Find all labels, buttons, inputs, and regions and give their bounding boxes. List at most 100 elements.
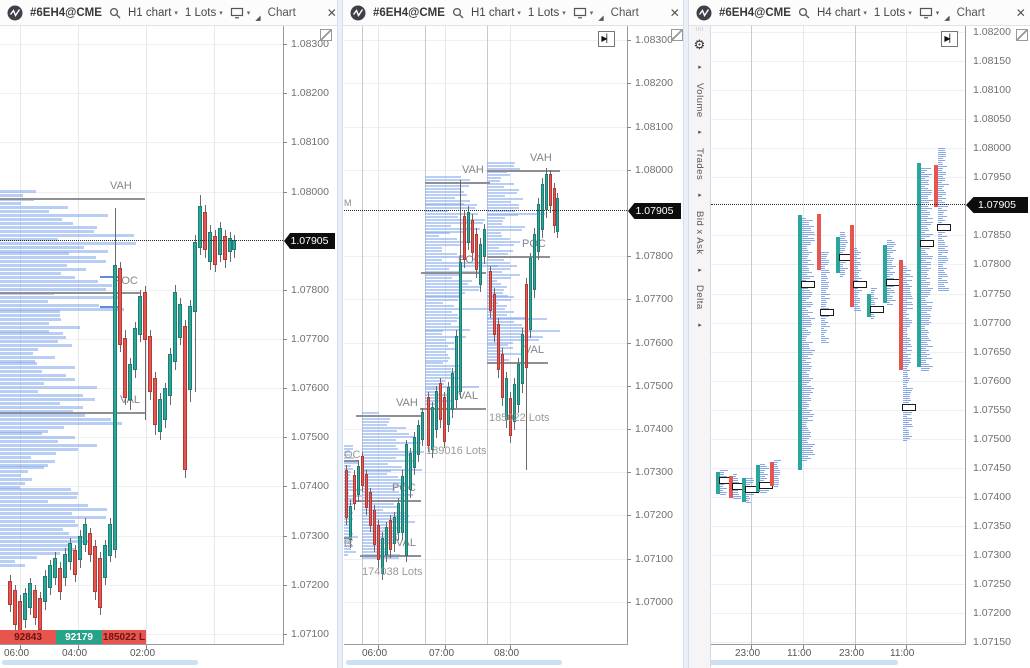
volume-profile-row: [425, 232, 450, 234]
volume-profile-row: [0, 322, 49, 325]
triangle-icon[interactable]: ▸: [696, 128, 703, 137]
triangle-icon[interactable]: ▸: [696, 321, 703, 330]
volume-profile-row: [425, 222, 483, 224]
price-axis-label: 1.07100: [635, 553, 673, 565]
chevron-down-icon[interactable]: ▾: [562, 9, 566, 17]
panel-splitter[interactable]: [683, 0, 689, 668]
candle-body: [203, 212, 207, 250]
instrument-symbol[interactable]: #6EH4@CME: [719, 7, 791, 19]
triangle-icon[interactable]: ▸: [696, 191, 703, 200]
price-axis-tick: [627, 386, 631, 387]
tab-chart[interactable]: Chart: [957, 7, 985, 19]
price-axis-tick: [627, 170, 631, 171]
go-to-realtime-icon[interactable]: ▶▏: [598, 31, 615, 47]
display-mode-icon[interactable]: [230, 7, 244, 19]
price-axis-label: 1.08100: [291, 136, 329, 148]
gear-icon[interactable]: ⚙: [694, 37, 706, 53]
grid-line-horizontal: [711, 119, 965, 120]
volume-profile-row: [0, 336, 66, 339]
candle-body: [88, 533, 92, 555]
grid-line-horizontal: [0, 44, 283, 45]
candle-body: [459, 262, 462, 392]
time-axis-label: 04:00: [62, 648, 87, 659]
candle-body: [345, 470, 348, 518]
chevron-down-icon[interactable]: ▾: [863, 9, 867, 17]
timeframe-selector[interactable]: H1 chart: [471, 7, 514, 19]
atas-logo-icon[interactable]: [350, 5, 366, 21]
instrument-symbol[interactable]: #6EH4@CME: [30, 7, 102, 19]
panel-corner-icon[interactable]: [320, 29, 332, 41]
horizontal-scrollbar-thumb[interactable]: [692, 660, 898, 665]
instrument-symbol[interactable]: #6EH4@CME: [373, 7, 445, 19]
volume-profile-row: [487, 353, 523, 355]
candle-body: [13, 590, 17, 625]
chevron-down-icon[interactable]: ▾: [174, 9, 178, 17]
chevron-down-icon[interactable]: ▾: [936, 9, 940, 17]
candle-body: [53, 558, 57, 578]
chevron-down-icon[interactable]: ▾: [590, 9, 594, 17]
volume-profile-row: [425, 299, 458, 301]
volume-profile-row: [344, 445, 353, 447]
candle-body: [128, 364, 132, 400]
volume-profile-row: [0, 280, 98, 283]
go-to-realtime-icon[interactable]: ▶▏: [941, 31, 958, 47]
search-icon[interactable]: [798, 7, 810, 19]
atas-logo-icon[interactable]: [7, 5, 23, 21]
candle-body: [541, 184, 544, 230]
volume-profile-row: [487, 336, 543, 338]
price-axis-label: 1.07300: [291, 530, 329, 542]
volume-profile-row: [362, 430, 397, 432]
close-icon[interactable]: ✕: [327, 6, 337, 20]
lots-selector[interactable]: 1 Lots: [528, 7, 559, 19]
close-icon[interactable]: ✕: [670, 6, 680, 20]
toolbar-grip-icon[interactable]: ∷∷: [696, 27, 704, 34]
volume-profile-row: [425, 305, 454, 307]
chevron-down-icon[interactable]: ▾: [517, 9, 521, 17]
price-axis-label: 1.07800: [635, 250, 673, 262]
indicator-bidxask[interactable]: Bid x Ask: [694, 211, 705, 255]
volume-profile-row: [0, 386, 97, 389]
grid-line-horizontal: [0, 93, 283, 94]
volume-profile-row: [0, 246, 84, 249]
triangle-icon[interactable]: ▸: [696, 63, 703, 72]
volume-profile-row: [0, 340, 58, 343]
timeframe-selector[interactable]: H4 chart: [817, 7, 860, 19]
panel-splitter[interactable]: [337, 0, 343, 668]
atas-logo-icon[interactable]: [696, 5, 712, 21]
chevron-down-icon[interactable]: ▾: [219, 9, 223, 17]
volume-profile-row: [425, 374, 453, 376]
close-icon[interactable]: ✕: [1016, 6, 1026, 20]
volume-profile-row: [0, 418, 111, 421]
lots-selector[interactable]: 1 Lots: [185, 7, 216, 19]
display-mode-icon[interactable]: [573, 7, 587, 19]
grid-line-horizontal: [711, 584, 965, 585]
grid-line-horizontal: [0, 192, 283, 193]
horizontal-scrollbar-thumb[interactable]: [346, 660, 562, 665]
session-separator-line: [487, 26, 488, 644]
chevron-down-icon[interactable]: ▾: [247, 9, 251, 17]
horizontal-scrollbar-thumb[interactable]: [2, 660, 198, 665]
grid-line-horizontal: [711, 526, 965, 527]
tab-chart[interactable]: Chart: [611, 7, 639, 19]
lots-selector[interactable]: 1 Lots: [874, 7, 905, 19]
volume-profile-row: [487, 217, 505, 219]
display-mode-icon[interactable]: [919, 7, 933, 19]
price-axis-label: 1.07400: [973, 491, 1011, 503]
chevron-down-icon[interactable]: ▾: [908, 9, 912, 17]
candle-body: [73, 550, 77, 575]
triangle-icon[interactable]: ▸: [696, 266, 703, 275]
indicator-trades[interactable]: Trades: [694, 148, 705, 180]
panel-corner-icon[interactable]: [671, 29, 683, 41]
panel-corner-icon[interactable]: [1016, 29, 1028, 41]
indicator-delta[interactable]: Delta: [694, 285, 705, 310]
tab-chart[interactable]: Chart: [268, 7, 296, 19]
indicator-volume[interactable]: Volume: [694, 83, 705, 118]
search-icon[interactable]: [452, 7, 464, 19]
current-price-tag: 1.07905: [628, 203, 681, 219]
price-axis-label: 1.07700: [635, 293, 673, 305]
search-icon[interactable]: [109, 7, 121, 19]
plot-bottom-border: [0, 644, 284, 645]
timeframe-selector[interactable]: H1 chart: [128, 7, 171, 19]
grid-line-horizontal: [711, 468, 965, 469]
trading-workspace: VAHPOCVAL1.083001.082001.081001.080001.0…: [0, 0, 1030, 668]
